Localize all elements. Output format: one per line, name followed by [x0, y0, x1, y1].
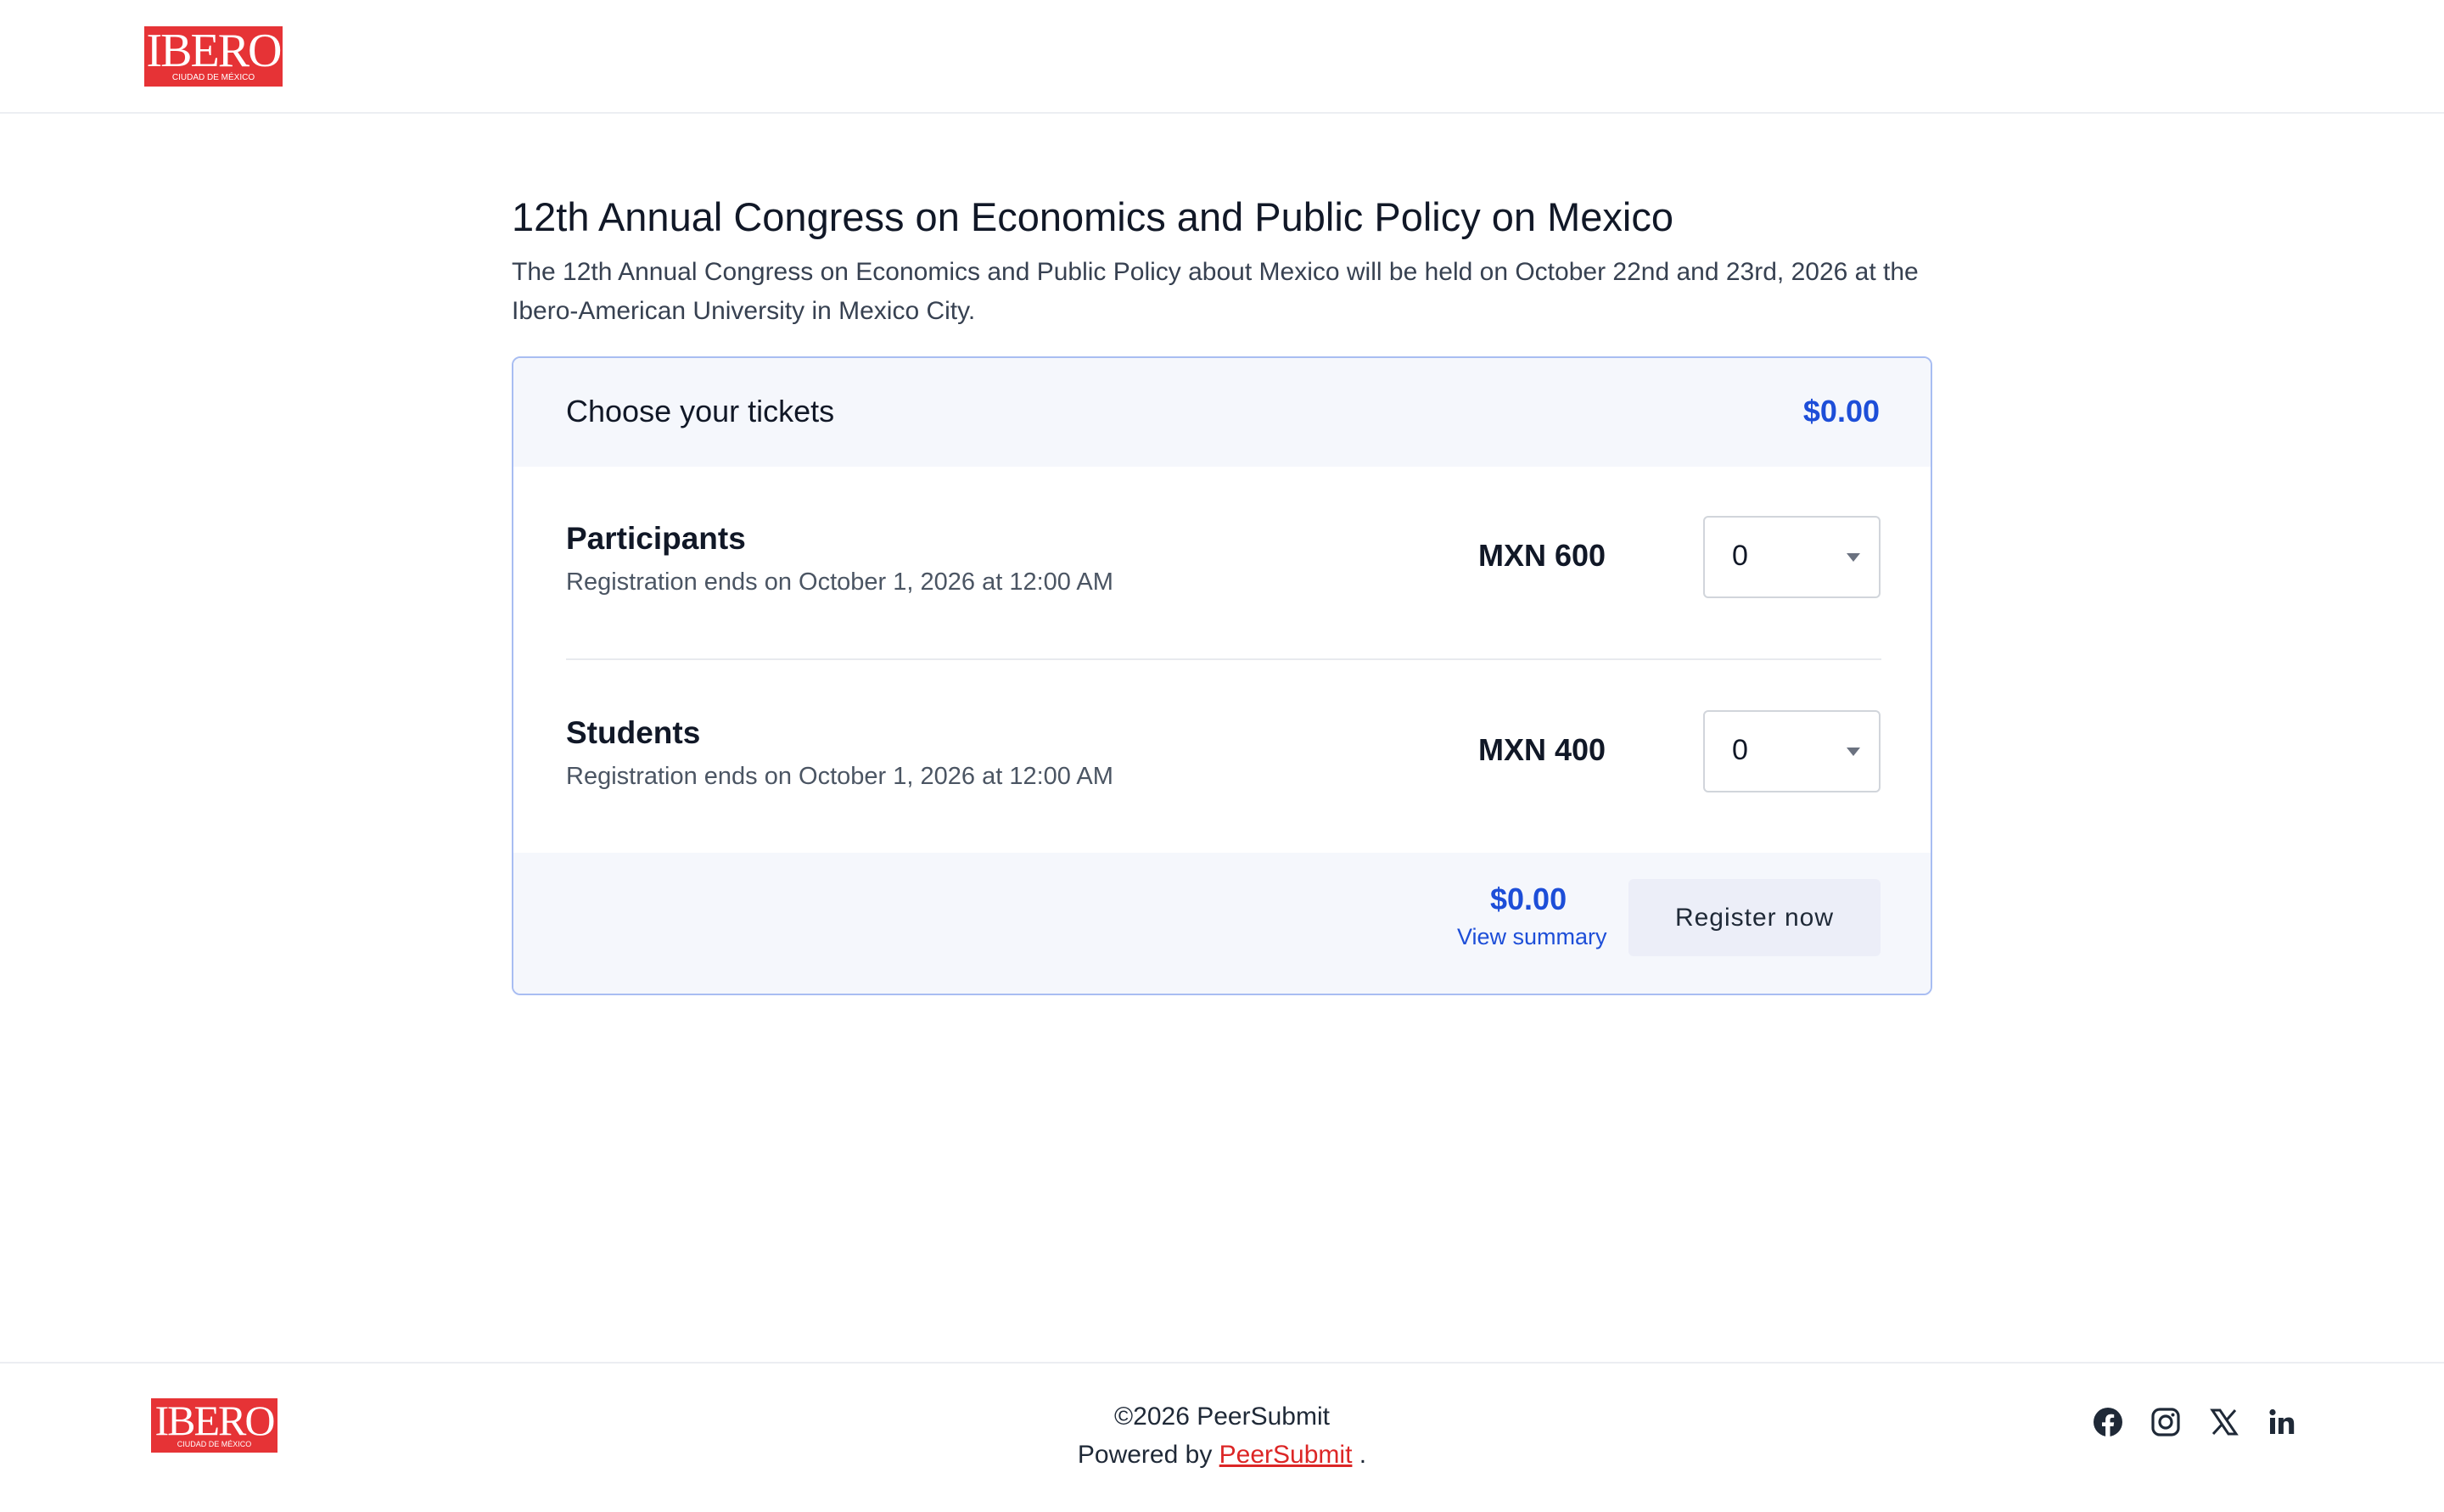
event-description: The 12th Annual Congress on Economics an…: [512, 258, 1919, 325]
quantity-value: 0: [1732, 540, 1748, 572]
linkedin-icon[interactable]: [2267, 1407, 2297, 1437]
peersubmit-link[interactable]: PeerSubmit: [1219, 1441, 1353, 1469]
register-now-button[interactable]: Register now: [1628, 879, 1881, 956]
chevron-down-icon: [1847, 553, 1860, 562]
quantity-select-participants[interactable]: 0: [1703, 516, 1881, 598]
page-footer: IBERO CIUDAD DE MÉXICO: [0, 1362, 2444, 1512]
top-header: IBERO CIUDAD DE MÉXICO: [0, 0, 2444, 114]
ticket-price: MXN 600: [1478, 538, 1606, 573]
ticket-card-header: Choose your tickets $0.00: [513, 358, 1931, 467]
ibero-logo[interactable]: IBERO CIUDAD DE MÉXICO: [144, 26, 283, 87]
powered-by-prefix: Powered by: [1077, 1441, 1213, 1469]
ticket-price: MXN 400: [1478, 732, 1606, 767]
ticket-divider: [566, 658, 1881, 660]
ticket-deadline: Registration ends on October 1, 2026 at …: [566, 568, 1113, 596]
choose-tickets-heading: Choose your tickets: [566, 394, 835, 428]
ticket-card: Choose your tickets $0.00 Participants R…: [512, 356, 1932, 995]
footer-total: $0.00: [1490, 882, 1567, 916]
ticket-name: Participants: [566, 521, 746, 556]
ticket-name: Students: [566, 715, 701, 750]
copyright-text: ©2026 PeerSubmit: [1114, 1403, 1330, 1431]
quantity-value: 0: [1732, 734, 1748, 766]
ticket-card-footer: $0.00 View summary Register now: [513, 853, 1931, 994]
quantity-select-students[interactable]: 0: [1703, 710, 1881, 792]
instagram-icon[interactable]: [2150, 1407, 2181, 1437]
logo-wordmark: IBERO: [146, 25, 283, 77]
x-icon[interactable]: [2209, 1407, 2239, 1437]
chevron-down-icon: [1847, 748, 1860, 756]
view-summary-link[interactable]: View summary: [1457, 924, 1607, 950]
facebook-icon[interactable]: [2093, 1407, 2123, 1437]
ticket-row-participants: Participants Registration ends on Octobe…: [566, 516, 1881, 623]
powered-by-suffix: .: [1359, 1441, 1367, 1469]
ticket-deadline: Registration ends on October 1, 2026 at …: [566, 763, 1113, 790]
ticket-row-students: Students Registration ends on October 1,…: [566, 710, 1881, 817]
event-title: 12th Annual Congress on Economics and Pu…: [512, 194, 1673, 239]
header-total: $0.00: [1802, 394, 1880, 428]
powered-by-line: Powered by PeerSubmit .: [0, 1441, 2444, 1470]
